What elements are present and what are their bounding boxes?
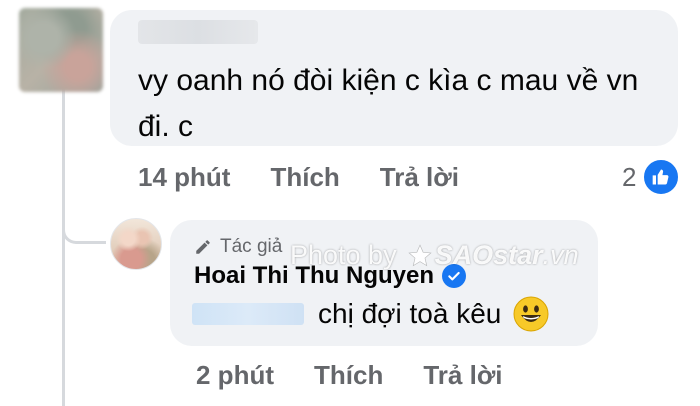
like-icon [642, 158, 681, 196]
reaction-summary[interactable]: 2 [622, 158, 681, 196]
pencil-icon [196, 240, 210, 254]
thread-connector [62, 196, 106, 244]
reply-time[interactable]: 2 phút [196, 360, 274, 391]
comment-time[interactable]: 14 phút [138, 162, 230, 193]
blurred-mention[interactable] [192, 303, 304, 325]
reply-text: chị đợi toà kêu [318, 298, 502, 329]
commenter-avatar[interactable] [19, 8, 103, 92]
thread-line [62, 84, 65, 406]
comment-actions: 14 phút Thích Trả lời [138, 162, 499, 193]
blurred-commenter-name[interactable] [138, 20, 258, 44]
star-icon [407, 243, 432, 266]
reply-button[interactable]: Trả lời [380, 162, 459, 193]
author-badge: Tác giả [194, 236, 282, 258]
watermark-suffix: .vn [542, 240, 579, 270]
reply-reply-button[interactable]: Trả lời [423, 360, 502, 391]
reply-like-button[interactable]: Thích [314, 360, 383, 391]
comment-text: vy oanh nó đòi kiện c kìa c mau về vn đi… [138, 64, 639, 143]
watermark-brand: SAOstar [434, 240, 543, 270]
reaction-count: 2 [622, 161, 637, 192]
grinning-face-emoji [513, 296, 549, 332]
reply-actions: 2 phút Thích Trả lời [196, 360, 543, 391]
watermark-prefix: Photo by [290, 240, 397, 270]
reply-text-row: chị đợi toà kêu [318, 296, 549, 332]
author-avatar[interactable] [110, 218, 162, 270]
like-button[interactable]: Thích [270, 162, 339, 193]
author-badge-label: Tác giả [220, 236, 283, 257]
watermark: Photo by SAOstar .vn [290, 240, 579, 271]
